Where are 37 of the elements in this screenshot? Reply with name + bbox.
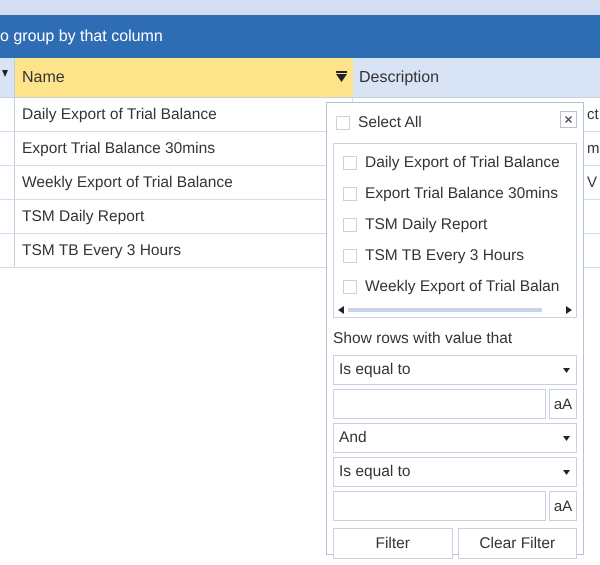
input-field[interactable] (333, 491, 546, 521)
checkbox-label[interactable]: Daily Export of Trial Balance (365, 154, 560, 172)
filter-icon[interactable] (336, 71, 347, 82)
caret-icon (563, 436, 570, 440)
column-title: Name (22, 68, 65, 86)
checkbox[interactable] (343, 218, 357, 232)
input-field[interactable] (333, 389, 546, 419)
close-icon[interactable] (560, 111, 577, 128)
operator-dropdown[interactable]: Is equal to (333, 457, 577, 487)
operator-dropdown[interactable]: Is equal to (333, 355, 577, 385)
caret-icon (563, 368, 570, 372)
checkbox-label[interactable]: Export Trial Balance 30mins (365, 184, 558, 202)
case-toggle-button[interactable]: aA (549, 491, 577, 521)
checkbox[interactable] (343, 156, 357, 170)
checkbox[interactable] (336, 116, 350, 130)
filter-button[interactable]: Filter (333, 528, 452, 559)
scroll-left-icon[interactable] (338, 306, 344, 314)
caret-icon (563, 470, 570, 474)
filter-icon[interactable] (2, 70, 8, 77)
table-cell: V (587, 174, 598, 191)
column-header[interactable]: Name (15, 58, 353, 97)
table-cell: m (587, 140, 600, 157)
checkbox-label[interactable]: TSM Daily Report (365, 216, 488, 234)
case-toggle-button[interactable]: aA (549, 389, 577, 419)
clear-filter-button[interactable]: Clear Filter (458, 528, 577, 559)
scroll-right-icon[interactable] (566, 306, 572, 314)
table-cell: ct (587, 106, 599, 123)
checkbox[interactable] (343, 280, 357, 294)
logic-dropdown[interactable]: And (333, 423, 577, 453)
column-title: Description (359, 68, 440, 86)
filter-prompt: Show rows with value that (333, 329, 514, 349)
checkbox-label[interactable]: TSM TB Every 3 Hours (365, 246, 524, 264)
checkbox[interactable] (343, 186, 357, 200)
checkbox[interactable] (343, 248, 357, 262)
checkbox-label[interactable]: Select All (358, 114, 422, 132)
group-panel-hint: o group by that column (0, 28, 163, 46)
checkbox-label[interactable]: Weekly Export of Trial Balan (365, 278, 560, 296)
